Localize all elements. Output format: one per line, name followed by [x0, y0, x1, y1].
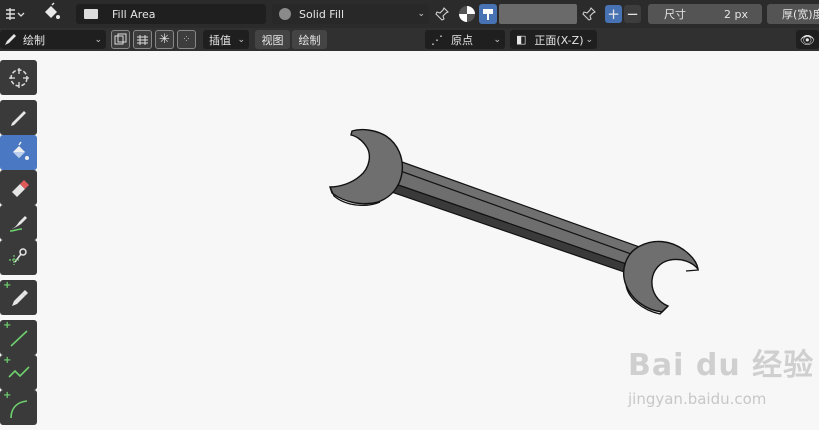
baidu-watermark: Bai du 经验 jingyan.baidu.com [628, 340, 814, 408]
watermark-url: jingyan.baidu.com [628, 390, 767, 408]
watermark-logo: Bai du 经验 [628, 348, 815, 383]
